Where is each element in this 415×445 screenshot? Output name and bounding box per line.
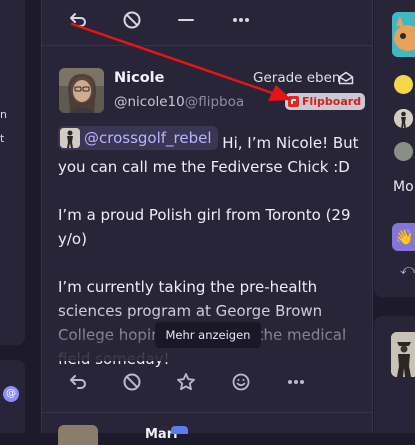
post-time[interactable]: Gerade eben: [253, 70, 341, 86]
star-icon: [177, 373, 195, 391]
handle-domain: @flipboa…: [184, 94, 244, 110]
avatar[interactable]: [394, 142, 413, 161]
envelope-open-icon: [338, 71, 354, 85]
block-button[interactable]: [118, 368, 146, 396]
reply-icon: [70, 375, 86, 389]
avatar[interactable]: [391, 332, 415, 377]
favourite-button[interactable]: [172, 368, 200, 396]
avatar[interactable]: [59, 68, 104, 113]
mention-link[interactable]: @crossgolf_rebel: [58, 126, 218, 150]
left-text-fragment: t: [0, 132, 5, 145]
more-icon: [288, 380, 304, 384]
minus-button[interactable]: [172, 6, 200, 34]
reply-icon: [70, 13, 86, 27]
show-more-button[interactable]: Mehr anzeigen: [155, 322, 261, 348]
minus-icon: [178, 19, 194, 21]
reply-icon[interactable]: ⤺: [400, 262, 415, 278]
more-button[interactable]: [227, 6, 255, 34]
wave-emoji[interactable]: 👋: [392, 223, 415, 251]
block-icon: [123, 11, 141, 29]
left-column: n t @: [0, 0, 25, 433]
more-button[interactable]: [282, 368, 310, 396]
app-badge-label: Flipboard: [302, 95, 362, 108]
avatar[interactable]: [392, 12, 415, 57]
flipboard-logo-icon: [288, 96, 299, 107]
avatar[interactable]: [58, 425, 98, 445]
display-name[interactable]: Nicole: [114, 70, 164, 86]
handle-user: @nicole10: [114, 94, 185, 110]
status-post: Nicole @nicole10@flipboa… Gerade eben Fl…: [42, 46, 372, 406]
avatar[interactable]: [394, 75, 413, 94]
account-handle[interactable]: @nicole10@flipboa…: [114, 94, 244, 110]
emoji-reaction-button[interactable]: [227, 368, 255, 396]
right-card: Mo 👋 ⤺: [374, 0, 415, 297]
app-badge: Flipboard: [285, 93, 366, 110]
reply-button[interactable]: [64, 368, 92, 396]
mention-avatar: [60, 128, 80, 148]
paragraph: @crossgolf_rebel Hi, I’m Nicole! But you…: [58, 126, 364, 179]
paragraph: I’m a proud Polish girl from Toronto (29…: [58, 206, 351, 248]
right-card-bottom: [374, 316, 415, 433]
mention-badge[interactable]: @: [3, 386, 19, 402]
mention-label: @crossgolf_rebel: [84, 129, 212, 147]
left-text-fragment: n: [0, 108, 7, 121]
left-card: n t: [0, 0, 25, 345]
more-text[interactable]: Mo: [393, 179, 414, 195]
thread-toolbar: [42, 0, 372, 46]
next-status-post: Mari: [42, 412, 372, 445]
main-column: Nicole @nicole10@flipboa… Gerade eben Fl…: [41, 0, 373, 445]
avatar[interactable]: [394, 109, 413, 128]
status-actions: [42, 368, 372, 398]
reply-button[interactable]: [64, 6, 92, 34]
more-icon: [233, 18, 249, 22]
smile-icon: [232, 373, 250, 391]
right-column: Mo 👋 ⤺: [374, 0, 415, 433]
block-icon: [123, 373, 141, 391]
block-button[interactable]: [118, 6, 146, 34]
